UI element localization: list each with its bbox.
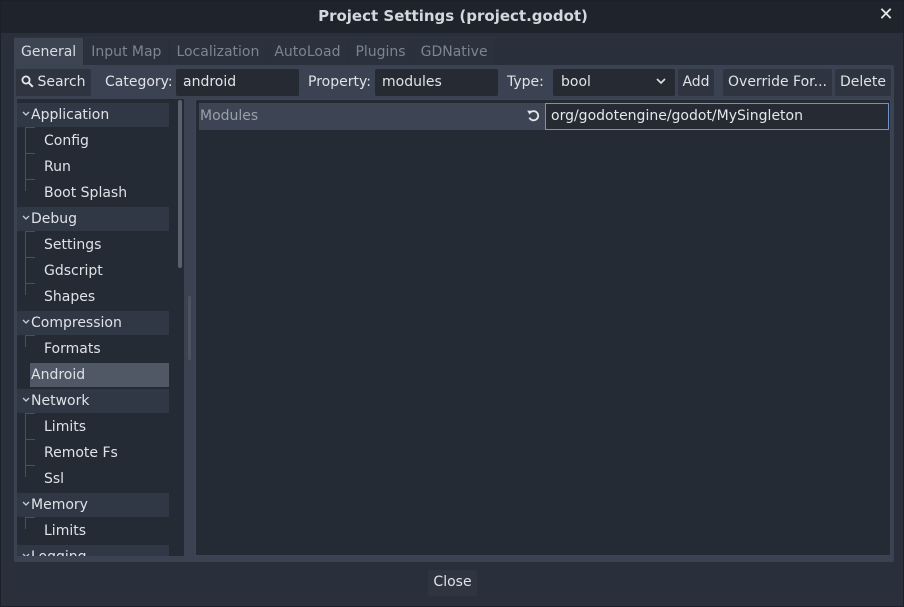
tab-bar: General Input Map Localization AutoLoad … — [14, 37, 496, 65]
general-panel: Search Category: android Property: modul… — [14, 65, 894, 562]
tab-localization[interactable]: Localization — [169, 37, 267, 65]
tree-item-network-limits[interactable]: Limits — [17, 415, 169, 439]
property-name: Modules — [200, 108, 259, 124]
chevron-down-icon — [656, 78, 666, 85]
split-drag-handle[interactable] — [188, 296, 191, 360]
tab-autoload[interactable]: AutoLoad — [267, 37, 348, 65]
tree-category-compression[interactable]: Compression — [17, 311, 169, 335]
add-button[interactable]: Add — [678, 69, 714, 96]
project-settings-dialog: Project Settings (project.godot) ✕ Gener… — [0, 0, 904, 607]
property-inspector: Modules org/godotengine/godot/MySingleto… — [195, 99, 891, 556]
chevron-down-icon — [22, 111, 30, 116]
type-select[interactable]: bool — [553, 69, 675, 96]
tree-item-formats[interactable]: Formats — [17, 337, 169, 361]
settings-tree: Application Config Run Boot Splash Debug… — [17, 99, 184, 556]
close-icon[interactable]: ✕ — [877, 6, 895, 24]
property-label: Property: — [308, 74, 371, 90]
close-button[interactable]: Close — [428, 570, 477, 596]
type-select-value: bool — [561, 74, 591, 90]
revert-icon[interactable] — [526, 108, 541, 123]
tree-category-logging[interactable]: Logging — [17, 545, 169, 556]
type-label: Type: — [507, 74, 544, 90]
property-row-modules: Modules org/godotengine/godot/MySingleto… — [199, 103, 889, 130]
property-input[interactable]: modules — [375, 69, 498, 96]
tab-gdnative[interactable]: GDNative — [413, 37, 495, 65]
chevron-down-icon — [22, 501, 30, 506]
tree-item-boot-splash[interactable]: Boot Splash — [17, 181, 169, 205]
category-input[interactable]: android — [176, 69, 299, 96]
tab-input-map[interactable]: Input Map — [84, 37, 169, 65]
chevron-down-icon — [22, 553, 30, 556]
tab-plugins[interactable]: Plugins — [348, 37, 413, 65]
tree-item-remote-fs[interactable]: Remote Fs — [17, 441, 169, 465]
property-value-input[interactable]: org/godotengine/godot/MySingleton — [545, 103, 889, 130]
dialog-title: Project Settings (project.godot) — [318, 7, 588, 25]
tree-item-gdscript[interactable]: Gdscript — [17, 259, 169, 283]
chevron-down-icon — [22, 215, 30, 220]
tree-category-debug[interactable]: Debug — [17, 207, 169, 231]
tree-category-network[interactable]: Network — [17, 389, 169, 413]
tree-item-android[interactable]: Android — [30, 363, 169, 387]
override-for-button[interactable]: Override For... — [723, 69, 832, 96]
tab-general[interactable]: General — [14, 37, 84, 65]
search-icon — [21, 75, 34, 88]
tree-category-memory[interactable]: Memory — [17, 493, 169, 517]
category-label: Category: — [105, 74, 173, 90]
tree-item-settings[interactable]: Settings — [17, 233, 169, 257]
search-button-label: Search — [37, 74, 86, 90]
chevron-down-icon — [22, 397, 30, 402]
tree-item-ssl[interactable]: Ssl — [17, 467, 169, 491]
chevron-down-icon — [22, 319, 30, 324]
tree-scrollbar[interactable] — [178, 100, 182, 268]
search-button[interactable]: Search — [16, 69, 91, 96]
tree-item-config[interactable]: Config — [17, 129, 169, 153]
delete-button[interactable]: Delete — [835, 69, 891, 96]
tree-item-run[interactable]: Run — [17, 155, 169, 179]
tree-item-shapes[interactable]: Shapes — [17, 285, 169, 309]
tree-category-application[interactable]: Application — [17, 103, 169, 127]
title-bar: Project Settings (project.godot) ✕ — [1, 1, 903, 33]
tree-item-memory-limits[interactable]: Limits — [17, 519, 169, 543]
